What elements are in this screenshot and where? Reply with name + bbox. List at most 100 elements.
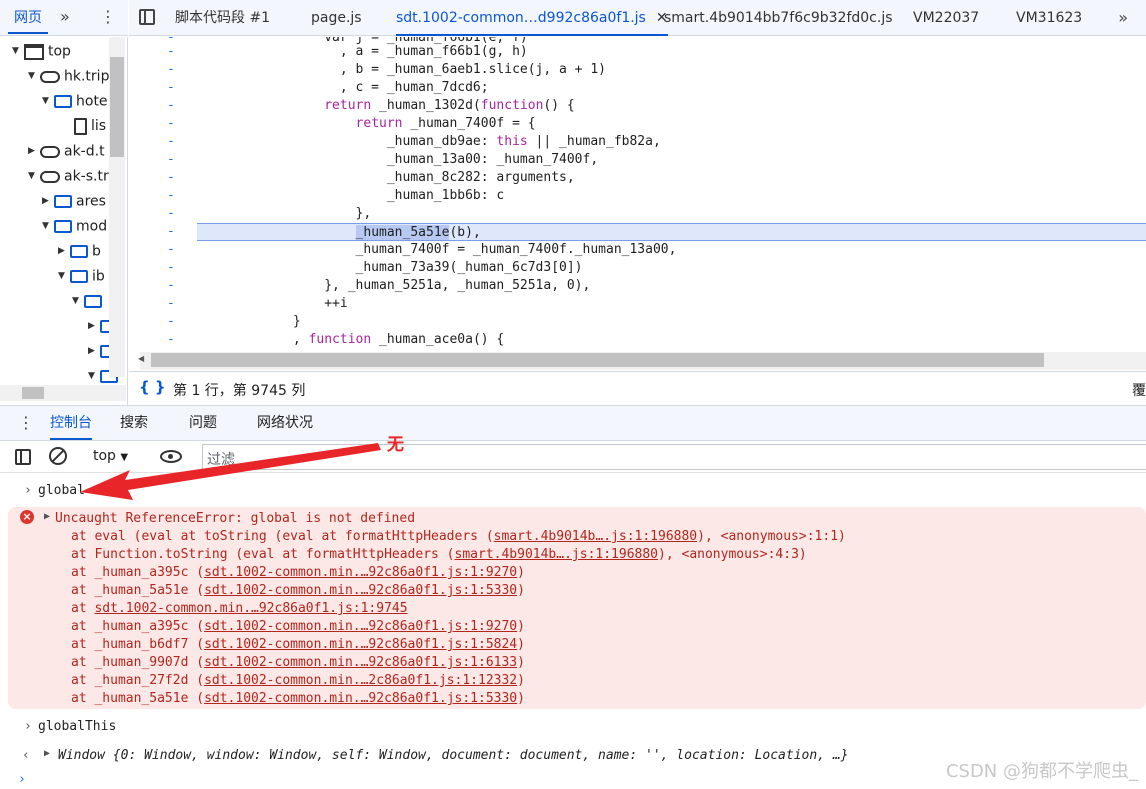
clear-console-icon[interactable] [49,447,67,465]
expand-arrow-icon[interactable]: ▼ [12,39,22,64]
gutter-marker: - [167,134,175,149]
more-tabs-icon[interactable]: » [60,7,70,26]
scroll-left-arrow-icon[interactable]: ◀ [138,354,144,363]
file-tab[interactable]: page.js [311,0,362,36]
tree-item[interactable]: ▼ hk.trip [28,64,109,89]
kebab-menu-icon[interactable]: ⋮ [100,7,116,26]
toggle-navigator-icon[interactable] [139,9,155,25]
code-text: _human_db9ae: this || _human_fb82a, [199,134,661,149]
drawer-tab-bar: ⋮ 控制台 搜索 问题 网络状况 [0,405,1146,441]
tab-console[interactable]: 控制台 [50,406,92,440]
tab-webpage[interactable]: 网页 [8,6,48,34]
source-link[interactable]: sdt.1002-common.min.…92c86a0f1.js:1:5824 [204,637,517,652]
code-text: return _human_1302d(function() { [324,98,575,113]
expand-arrow-icon[interactable]: ▼ [72,289,82,314]
file-tab[interactable]: VM31623 [1016,0,1082,36]
source-link[interactable]: sdt.1002-common.min.…92c86a0f1.js:1:6133 [204,655,517,670]
file-tab[interactable]: VM22037 [913,0,979,36]
expand-arrow-icon[interactable]: ▼ [28,164,38,189]
editor-tab-bar: 脚本代码段 #1 page.js sdt.1002-common…d992c86… [129,0,1146,36]
source-link[interactable]: sdt.1002-common.min.…92c86a0f1.js:1:9270 [204,619,517,634]
code-line: - , b = _human_6aeb1.slice(j, a + 1) [129,61,1146,79]
tab-network-conditions[interactable]: 网络状况 [257,406,313,440]
console-result[interactable]: Window {0: Window, window: Window, self:… [58,748,849,763]
tab-search[interactable]: 搜索 [120,406,148,440]
input-chevron-icon: › [24,483,32,498]
kebab-menu-icon[interactable]: ⋮ [18,413,34,432]
file-tab-label: 脚本代码段 #1 [175,10,271,26]
expand-arrow-icon[interactable]: ▼ [42,214,52,239]
source-link[interactable]: sdt.1002-common.min.…92c86a0f1.js:1:9270 [204,565,517,580]
stack-text: ) [517,619,525,634]
code-text: return _human_7400f = { [355,116,536,131]
code-editor[interactable]: - var j = _human_f66b1(e, f) - , a = _hu… [129,37,1146,353]
gutter-marker: - [167,62,175,77]
console-input-echo: globalThis [38,719,117,734]
expand-arrow-icon[interactable]: ▶ [44,748,50,759]
code-line: - _human_7400f = _human_7400f._human_13a… [129,241,1146,259]
console-toolbar: top ▼ 过滤 [0,441,1146,473]
collapse-arrow-icon[interactable]: ▶ [28,139,38,164]
file-tab[interactable]: 脚本代码段 #1 [175,0,270,36]
context-label: top [93,448,116,464]
gutter-marker: - [167,260,175,275]
stack-text: at _human_a395c ( [71,619,205,634]
navigator-header: 网页 » ⋮ [0,0,128,36]
more-tabs-icon[interactable]: » [1118,8,1128,27]
tree-item[interactable]: ▼ ak-s.tr [28,164,109,189]
source-link[interactable]: sdt.1002-common.min.…92c86a0f1.js:1:9745 [94,601,407,616]
context-selector[interactable]: top ▼ [93,448,128,464]
tree-item[interactable]: ▶ ak-d.t [28,139,105,164]
code-line: - }, [129,205,1146,223]
console-filter-input[interactable]: 过滤 [202,444,1146,470]
input-chevron-icon: › [24,719,32,734]
code-text: _human_73a39(_human_6c7d3[0]) [199,260,583,275]
console-prompt-icon[interactable]: › [18,772,26,787]
expand-arrow-icon[interactable]: ▼ [58,264,68,289]
tree-item[interactable]: ▼ top [12,39,71,64]
source-link[interactable]: smart.4b9014b….js:1:196880 [494,529,698,544]
gutter-marker: - [167,152,175,167]
tree-scroll-thumb[interactable] [110,57,124,157]
expand-arrow-icon[interactable]: ▼ [42,89,52,114]
tree-item[interactable]: ▼ hote [42,89,108,114]
tree-item[interactable]: ▼ ib [58,264,105,289]
live-expression-eye-icon[interactable] [160,450,182,463]
source-link[interactable]: sdt.1002-common.min.…92c86a0f1.js:1:5330 [204,691,517,706]
file-tab-label: smart.4b9014bb7f6c9b32fd0c.js [664,10,893,26]
cloud-icon [40,70,60,83]
collapse-arrow-icon[interactable]: ▶ [88,314,98,339]
gutter-marker: - [167,44,175,59]
stack-text: ) [517,583,525,598]
console-sidebar-icon[interactable] [15,449,31,465]
source-link[interactable]: sdt.1002-common.min.…2c86a0f1.js:1:12332 [204,673,517,688]
stack-frame: at _human_a395c (sdt.1002-common.min.…92… [71,619,525,634]
expand-arrow-icon[interactable]: ▶ [44,511,50,522]
pretty-print-icon[interactable]: { } [139,378,166,396]
collapse-arrow-icon[interactable]: ▶ [58,239,68,264]
source-link[interactable]: sdt.1002-common.min.…92c86a0f1.js:1:5330 [204,583,517,598]
file-tab-active[interactable]: sdt.1002-common…d992c86a0f1.js ✕ [396,0,668,36]
code-text: }, _human_5251a, _human_5251a, 0), [199,278,591,293]
stack-frame: at _human_5a51e (sdt.1002-common.min.…92… [71,691,525,706]
collapse-arrow-icon[interactable]: ▶ [42,189,52,214]
file-tab[interactable]: smart.4b9014bb7f6c9b32fd0c.js [664,0,893,36]
dropdown-arrow-icon: ▼ [120,452,129,463]
code-line: - }, _human_5251a, _human_5251a, 0), [129,277,1146,295]
tab-issues[interactable]: 问题 [189,406,217,440]
tree-item[interactable]: ▶ b [58,239,101,264]
code-scroll-thumb[interactable] [151,353,1044,367]
expand-arrow-icon[interactable]: ▼ [28,64,38,89]
tree-item[interactable]: lis [72,114,106,139]
collapse-arrow-icon[interactable]: ▶ [88,339,98,364]
stack-text: at _human_9907d ( [71,655,205,670]
tree-item[interactable]: ▶ ares [42,189,106,214]
gutter-marker: - [167,224,175,239]
tree-horizontal-scrollbar[interactable] [0,385,126,401]
tree-hscroll-thumb[interactable] [22,387,44,399]
tree-item[interactable]: ▼ [72,289,106,314]
stack-text: at Function.toString (eval at formatHttp… [71,547,455,562]
source-link[interactable]: smart.4b9014b….js:1:196880 [455,547,659,562]
tree-item[interactable]: ▼ mod [42,214,107,239]
gutter-marker: - [167,314,175,329]
